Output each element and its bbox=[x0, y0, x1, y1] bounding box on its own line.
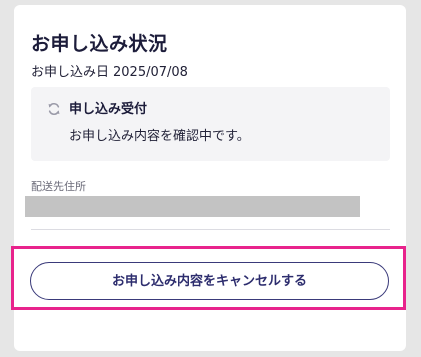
cancel-application-button[interactable]: お申し込み内容をキャンセルする bbox=[30, 262, 389, 300]
status-description: お申し込み内容を確認中です。 bbox=[69, 129, 250, 144]
status-panel: 申し込み受付 お申し込み内容を確認中です。 bbox=[31, 87, 390, 161]
application-date-value: 2025/07/08 bbox=[113, 65, 188, 80]
section-divider bbox=[31, 229, 390, 230]
status-title: 申し込み受付 bbox=[69, 102, 148, 117]
shipping-address-redacted bbox=[25, 196, 360, 217]
page-title: お申し込み状況 bbox=[31, 33, 168, 55]
refresh-icon bbox=[48, 102, 60, 116]
shipping-address-label: 配送先住所 bbox=[31, 180, 86, 193]
application-date-label: お申し込み日 bbox=[31, 65, 110, 80]
application-date: お申し込み日 2025/07/08 bbox=[31, 64, 188, 82]
